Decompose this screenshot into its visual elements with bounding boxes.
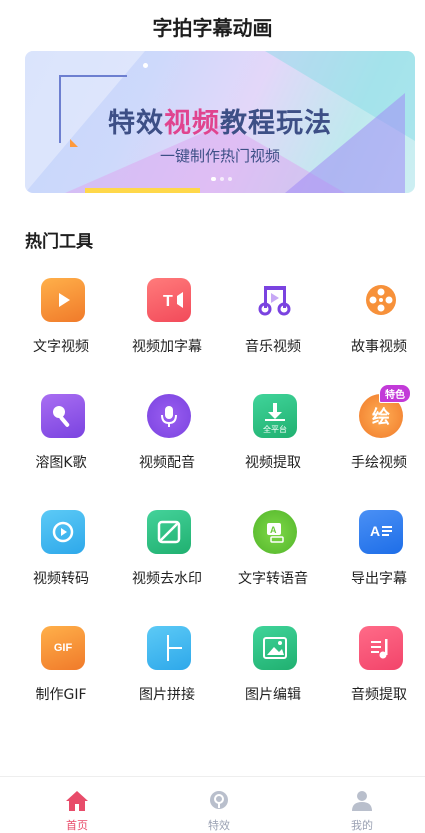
feature-badge: 特色 xyxy=(379,384,411,403)
tool-audio-extract[interactable]: 音频提取 xyxy=(326,618,425,718)
tool-export-subtitle[interactable]: A 导出字幕 xyxy=(326,502,425,602)
tool-paint[interactable]: 绘特色手绘视频 xyxy=(326,384,425,486)
tool-download[interactable]: 全平台 视频提取 xyxy=(220,386,326,486)
tool-text-video[interactable]: T 视频加字幕 xyxy=(114,270,220,370)
tab-label: 我的 xyxy=(351,819,373,832)
svg-text:A: A xyxy=(270,525,277,535)
tool-label: 手绘视频 xyxy=(351,455,407,471)
tool-label: 视频转码 xyxy=(33,571,89,587)
tool-label: 故事视频 xyxy=(351,339,407,355)
tab-bar: 首页 特效 我的 xyxy=(0,776,425,832)
banner-subline: 一键制作热门视频 xyxy=(159,147,280,165)
tool-music-note[interactable]: 音乐视频 xyxy=(220,270,326,370)
audio-extract-icon xyxy=(359,626,403,670)
tab-user[interactable]: 我的 xyxy=(332,789,392,833)
banner-headline-pre: 特效 xyxy=(108,108,164,139)
music-note-icon xyxy=(253,278,297,322)
tool-no-watermark[interactable]: 视频去水印 xyxy=(114,502,220,602)
tab-label: 特效 xyxy=(208,819,230,832)
tab-home[interactable]: 首页 xyxy=(47,789,107,833)
page-title: 字拍字幕动画 xyxy=(152,16,273,40)
tool-label: 溶图K歌 xyxy=(35,455,87,471)
section-title: 热门工具 xyxy=(25,232,93,252)
microphone-icon xyxy=(41,394,85,438)
tool-text-to-speech[interactable]: A 文字转语音 xyxy=(220,502,326,602)
export-subtitle-icon: A xyxy=(359,510,403,554)
tool-label: 视频去水印 xyxy=(132,571,202,587)
tool-grid[interactable]: 图片拼接 xyxy=(114,618,220,718)
tool-image[interactable]: 图片编辑 xyxy=(220,618,326,718)
tool-gif[interactable]: GIF 制作GIF xyxy=(8,618,114,718)
user-icon xyxy=(350,789,374,813)
tool-label: 导出字幕 xyxy=(351,571,407,587)
paint-icon: 绘特色 xyxy=(359,384,411,438)
lightbulb-icon xyxy=(207,789,231,813)
tool-play[interactable]: 文字视频 xyxy=(8,270,114,370)
banner-headline-post: 教程玩法 xyxy=(220,108,332,139)
image-icon xyxy=(253,626,297,670)
tool-label: 图片拼接 xyxy=(139,687,195,703)
tool-label: 文字转语音 xyxy=(238,571,308,587)
tool-label: 制作GIF xyxy=(35,687,87,703)
download-icon: 全平台 xyxy=(253,394,297,438)
convert-icon xyxy=(41,510,85,554)
pager-dot[interactable] xyxy=(228,177,232,181)
text-to-speech-icon: A xyxy=(253,510,297,554)
svg-text:A: A xyxy=(370,523,380,539)
mic-icon xyxy=(147,394,191,438)
banner-headline: 特效视频教程玩法 xyxy=(25,101,415,140)
tab-lightbulb[interactable]: 特效 xyxy=(189,789,249,833)
gif-icon: GIF xyxy=(41,626,85,670)
tool-label: 音频提取 xyxy=(351,687,407,703)
tool-label: 视频配音 xyxy=(139,455,195,471)
tool-label: 视频提取 xyxy=(245,455,301,471)
tool-film-reel[interactable]: 故事视频 xyxy=(326,270,425,370)
tool-mic[interactable]: 视频配音 xyxy=(114,386,220,486)
banner-headline-highlight: 视频 xyxy=(164,108,220,139)
tool-convert[interactable]: 视频转码 xyxy=(8,502,114,602)
icon-sublabel: 全平台 xyxy=(263,425,287,434)
tool-microphone[interactable]: 溶图K歌 xyxy=(8,386,114,486)
tool-label: 视频加字幕 xyxy=(132,339,202,355)
home-icon xyxy=(65,789,89,813)
tool-label: 文字视频 xyxy=(33,339,89,355)
banner-decoration xyxy=(85,188,200,193)
tool-label: 音乐视频 xyxy=(245,339,301,355)
banner-pager[interactable] xyxy=(211,177,232,181)
no-watermark-icon xyxy=(147,510,191,554)
pager-dot[interactable] xyxy=(220,177,224,181)
text-video-icon: T xyxy=(147,278,191,322)
svg-text:T: T xyxy=(163,293,173,310)
sparkle-icon xyxy=(143,63,148,68)
tab-label: 首页 xyxy=(66,819,88,832)
pager-dot[interactable] xyxy=(211,177,216,181)
promo-banner[interactable]: 特效视频教程玩法 一键制作热门视频 xyxy=(25,51,415,193)
play-icon xyxy=(41,278,85,322)
tool-label: 图片编辑 xyxy=(245,687,301,703)
grid-icon xyxy=(147,626,191,670)
film-reel-icon xyxy=(359,278,403,322)
